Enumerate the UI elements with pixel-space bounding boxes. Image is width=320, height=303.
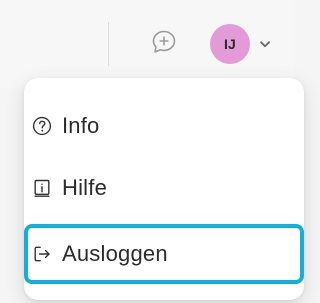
user-dropdown-menu: Info Hilfe Ausloggen [24, 78, 304, 300]
menu-item-info[interactable]: Info [24, 96, 304, 156]
top-bar: IJ [0, 0, 294, 88]
chevron-down-icon[interactable] [256, 35, 274, 53]
avatar-initials: IJ [223, 36, 237, 52]
user-menu-button[interactable]: IJ [210, 22, 274, 66]
menu-item-label: Hilfe [62, 175, 108, 200]
chat-plus-icon [149, 27, 179, 62]
menu-item-label: Info [62, 113, 100, 138]
info-doc-icon [32, 178, 52, 198]
menu-item-label: Ausloggen [62, 241, 168, 266]
avatar[interactable]: IJ [210, 24, 250, 64]
menu-item-logout[interactable]: Ausloggen [24, 224, 304, 284]
new-chat-button[interactable] [144, 24, 184, 64]
toolbar-divider [108, 22, 109, 66]
menu-item-help[interactable]: Hilfe [24, 158, 304, 218]
logout-icon [32, 244, 52, 264]
question-circle-icon [32, 116, 52, 136]
